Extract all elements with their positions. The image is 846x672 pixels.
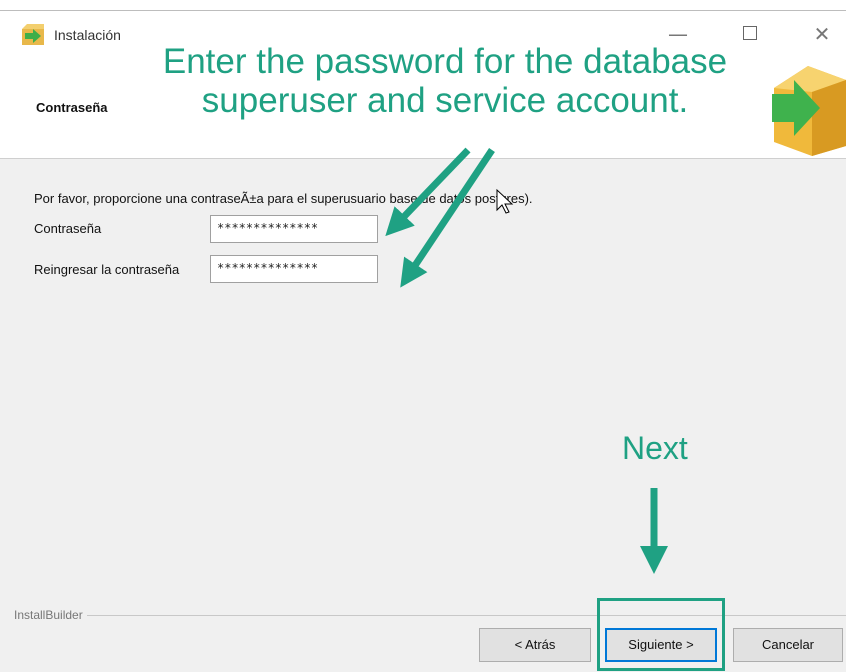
installbuilder-brand: InstallBuilder xyxy=(14,608,87,622)
annotation-next-caption: Next xyxy=(622,430,688,466)
maximize-icon xyxy=(743,26,757,41)
confirm-password-label: Reingresar la contraseña xyxy=(34,262,180,277)
annotation-caption: Enter the password for the database supe… xyxy=(95,42,795,120)
instruction-text: Por favor, proporcione una contraseÃ±a p… xyxy=(34,191,533,206)
cancel-button[interactable]: Cancelar xyxy=(733,628,843,662)
annotation-line-1: Enter the password for the database xyxy=(162,42,728,81)
wizard-content xyxy=(0,159,846,672)
window-title: Instalación xyxy=(54,27,121,43)
close-button[interactable]: ✕ xyxy=(804,20,840,48)
password-field[interactable]: ************** xyxy=(210,215,378,243)
annotation-line-2: superuser and service account. xyxy=(201,81,689,120)
back-button[interactable]: < Atrás xyxy=(479,628,591,662)
installer-app-icon xyxy=(22,24,44,45)
password-label: Contraseña xyxy=(34,221,102,236)
annotation-next-highlight xyxy=(597,598,725,671)
confirm-password-field[interactable]: ************** xyxy=(210,255,378,283)
